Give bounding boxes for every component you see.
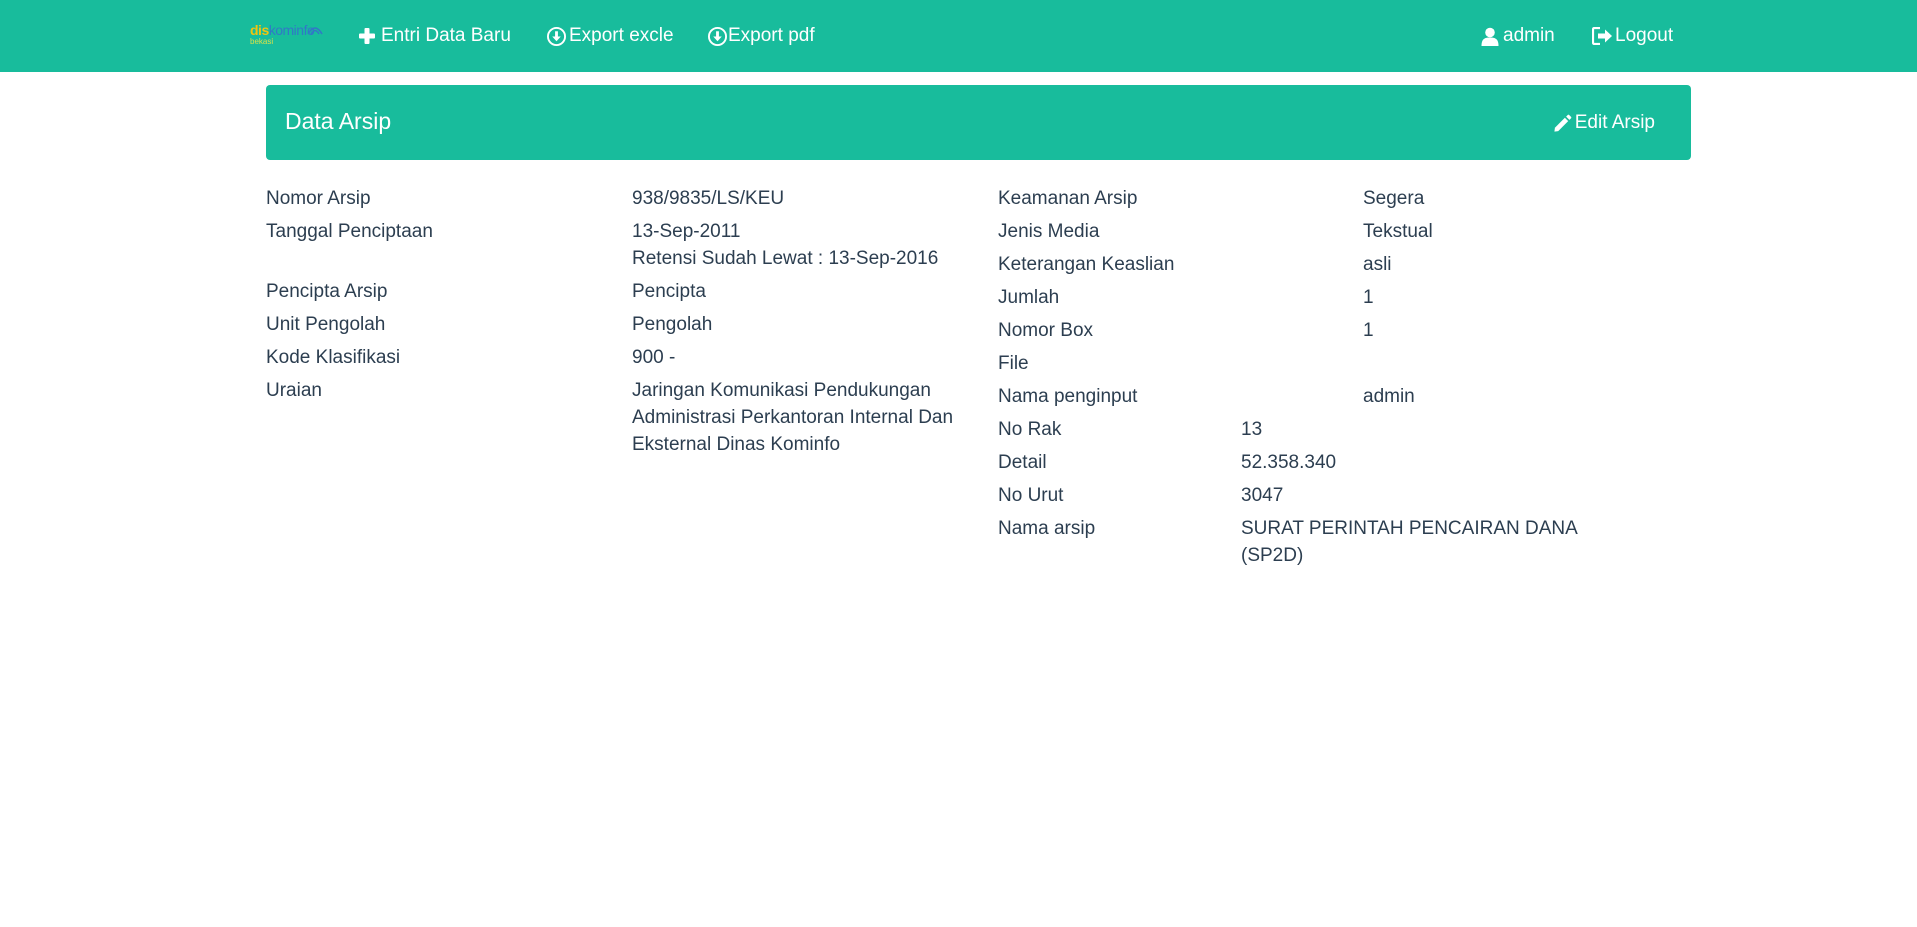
signal-wave-icon bbox=[307, 27, 323, 35]
panel-title: Data Arsip bbox=[285, 108, 392, 134]
logout-icon bbox=[1592, 27, 1612, 45]
user-menu[interactable]: admin bbox=[1481, 22, 1555, 50]
field-value: Pengolah bbox=[632, 314, 713, 335]
edit-arsip-label: Edit Arsip bbox=[1574, 112, 1655, 133]
field-label: Jenis Media bbox=[998, 221, 1100, 242]
field-value: 900 - bbox=[632, 347, 676, 368]
export-excle-link[interactable]: Export excle bbox=[547, 22, 674, 50]
field-value: admin bbox=[1363, 386, 1415, 407]
field-value: 1 bbox=[1363, 287, 1374, 308]
entri-data-baru-label: Entri Data Baru bbox=[381, 25, 511, 46]
field-label: File bbox=[998, 353, 1029, 374]
field-label: No Urut bbox=[998, 485, 1064, 506]
field-label: Uraian bbox=[266, 380, 322, 401]
field-value: 13 bbox=[1241, 419, 1263, 440]
field-label: Pencipta Arsip bbox=[266, 281, 388, 302]
field-label: Jumlah bbox=[998, 287, 1060, 308]
field-value: Pencipta bbox=[632, 281, 706, 302]
field-value: Tekstual bbox=[1363, 221, 1433, 242]
field-label: No Rak bbox=[998, 419, 1062, 440]
panel-header: Data Arsip Edit Arsip bbox=[266, 85, 1691, 160]
user-name-label: admin bbox=[1503, 25, 1555, 46]
field-label: Nama penginput bbox=[998, 386, 1138, 407]
field-label: Detail bbox=[998, 452, 1047, 473]
plus-icon bbox=[359, 28, 375, 44]
logout-label: Logout bbox=[1615, 25, 1674, 46]
brand-logo-text: diskominfo bbox=[250, 22, 315, 38]
field-value: SURAT PERINTAH PENCAIRAN DANA (SP2D) bbox=[1241, 518, 1577, 566]
export-pdf-label: Export pdf bbox=[728, 25, 815, 46]
export-pdf-link[interactable]: Export pdf bbox=[708, 22, 815, 50]
brand-logo[interactable]: diskominfo bekasi bbox=[250, 22, 324, 52]
retention-note: Retensi Sudah Lewat : 13-Sep-2016 bbox=[632, 248, 939, 269]
field-label: Tanggal Penciptaan bbox=[266, 221, 433, 242]
pencil-icon bbox=[1554, 114, 1572, 132]
field-value: 938/9835/LS/KEU bbox=[632, 188, 785, 209]
field-value: 13-Sep-2011 bbox=[632, 221, 741, 242]
field-label: Keamanan Arsip bbox=[998, 188, 1138, 209]
field-value: 52.358.340 bbox=[1241, 452, 1337, 473]
edit-arsip-button[interactable]: Edit Arsip bbox=[1553, 109, 1655, 137]
field-label: Keterangan Keaslian bbox=[998, 254, 1175, 275]
logout-link[interactable]: Logout bbox=[1592, 22, 1673, 50]
field-label: Nama arsip bbox=[998, 518, 1096, 539]
field-label: Kode Klasifikasi bbox=[266, 347, 401, 368]
download-circle-icon bbox=[547, 26, 566, 46]
download-circle-icon bbox=[708, 26, 727, 46]
field-value: asli bbox=[1363, 254, 1392, 275]
brand-subtitle: bekasi bbox=[250, 37, 274, 46]
field-value: Jaringan Komunikasi Pendukungan Administ… bbox=[632, 380, 954, 455]
field-value: Segera bbox=[1363, 188, 1425, 209]
field-label: Nomor Box bbox=[998, 320, 1094, 341]
field-value: 3047 bbox=[1241, 485, 1284, 506]
export-excle-label: Export excle bbox=[569, 25, 674, 46]
field-value: 1 bbox=[1363, 320, 1374, 341]
field-label: Nomor Arsip bbox=[266, 188, 371, 209]
field-label: Unit Pengolah bbox=[266, 314, 386, 335]
entri-data-baru-link[interactable]: Entri Data Baru bbox=[358, 22, 511, 50]
navbar: diskominfo bekasi Entri Data Baru Export… bbox=[0, 0, 1917, 72]
user-icon bbox=[1481, 27, 1499, 46]
